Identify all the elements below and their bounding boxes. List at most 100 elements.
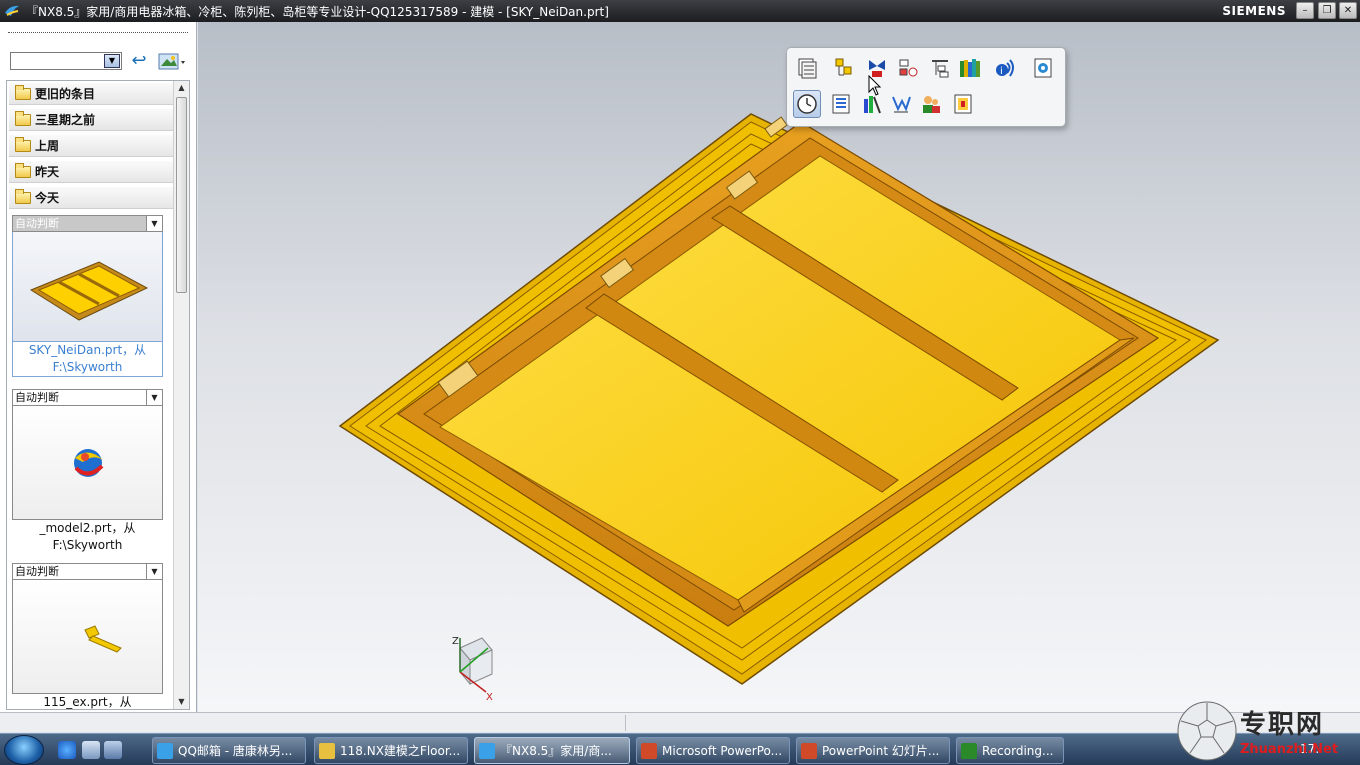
history-group-label: 昨天	[35, 165, 60, 179]
watermark-url: Zhuanzhi.Net	[1240, 742, 1339, 757]
history-group-label: 上周	[35, 139, 60, 153]
scroll-up-icon[interactable]: ▲	[174, 81, 189, 95]
history-group-header[interactable]: 昨天	[9, 161, 173, 183]
back-arrow-icon[interactable]: ↩	[128, 52, 150, 72]
folder-icon	[15, 136, 31, 152]
card-caption-line1: SKY_NeiDan.prt，从	[28, 343, 147, 357]
constraint-navigator-icon[interactable]	[831, 54, 859, 82]
taskbar-button-label: Microsoft PowerPo...	[662, 743, 783, 758]
taskbar-button-label: 『NX8.5』家用/商...	[500, 744, 612, 758]
nx-app-icon[interactable]	[4, 3, 20, 19]
history-navigator: ▼ ↩ 更旧的条目 三星期之前 上周 昨天 今天 自动判断 ▼ SKY_NeiD…	[0, 22, 197, 712]
taskbar-button[interactable]: 118.NX建模之Floor...	[314, 737, 468, 764]
card-caption-line2: F:\Skyworth	[52, 538, 123, 552]
reuse-library-icon[interactable]	[895, 54, 923, 82]
taskbar-button[interactable]: Microsoft PowerPo...	[636, 737, 790, 764]
roles-people-icon[interactable]	[917, 90, 945, 118]
siemens-logo: SIEMENS	[1222, 4, 1286, 18]
hd3d-tools-icon[interactable]	[927, 54, 955, 82]
folder-icon	[15, 188, 31, 204]
card-mode-label: 自动判断	[15, 565, 59, 578]
axis-x-label: X	[486, 692, 493, 703]
history-group-header[interactable]: 更旧的条目	[9, 83, 173, 105]
taskbar-button[interactable]: PowerPoint 幻灯片...	[796, 737, 950, 764]
card-caption-line1: _model2.prt，从	[39, 521, 136, 535]
status-bar	[0, 712, 1360, 732]
watermark-text: 专职网	[1240, 710, 1325, 740]
history-card-3[interactable]: 自动判断 ▼ 115_ex.prt，从	[12, 563, 163, 709]
history-card-2[interactable]: 自动判断 ▼ _model2.prt，从 F:\Skyworth	[12, 389, 163, 554]
title-bar: 『NX8.5』家用/商用电器冰箱、冷柜、陈列柜、岛柜等专业设计-QQ125317…	[0, 0, 1360, 22]
taskbar-button-label: Recording...	[982, 743, 1054, 758]
assembly-navigator-icon[interactable]	[793, 54, 821, 82]
card-caption: _model2.prt，从 F:\Skyworth	[12, 520, 163, 554]
ie-icon[interactable]	[58, 741, 76, 759]
switch-windows-icon[interactable]	[104, 741, 122, 759]
history-group-label: 更旧的条目	[35, 87, 96, 101]
chevron-down-icon[interactable]: ▼	[104, 54, 120, 68]
history-card-1[interactable]: 自动判断 ▼ SKY_NeiDan.prt，从 F:\Skyworth	[12, 215, 163, 377]
restore-button[interactable]: ❐	[1318, 2, 1336, 19]
chevron-down-icon[interactable]: ▼	[146, 390, 162, 405]
chevron-down-icon[interactable]: ▼	[146, 216, 162, 231]
card-mode-dropdown[interactable]: 自动判断 ▼	[12, 215, 163, 232]
card-mode-dropdown[interactable]: 自动判断 ▼	[12, 389, 163, 406]
palette-material-icon[interactable]	[949, 90, 977, 118]
system-materials-icon[interactable]	[1029, 54, 1057, 82]
taskbar-button-label: QQ邮箱 - 唐康林另...	[178, 744, 293, 758]
watermark-logo-ball	[1177, 701, 1237, 761]
axis-z-label: Z	[452, 636, 459, 647]
taskbar-button[interactable]: 『NX8.5』家用/商...	[474, 737, 630, 764]
status-separator	[625, 715, 626, 731]
web-browser-library-icon[interactable]	[957, 54, 985, 82]
info-broadcast-icon[interactable]: i	[991, 54, 1019, 82]
history-group-label: 今天	[35, 191, 60, 205]
freezer-inner-liner-model[interactable]	[198, 22, 1360, 712]
wcs-triad: Z X	[452, 636, 493, 703]
taskbar-button-label: PowerPoint 幻灯片...	[822, 744, 940, 758]
history-clock-icon[interactable]	[793, 90, 821, 118]
part-thumbnail[interactable]	[12, 232, 163, 342]
card-mode-label: 自动判断	[15, 217, 59, 230]
show-desktop-icon[interactable]	[82, 741, 100, 759]
window-title: 『NX8.5』家用/商用电器冰箱、冷柜、陈列柜、岛柜等专业设计-QQ125317…	[26, 4, 609, 19]
folder-icon	[15, 110, 31, 126]
navigator-scrollbar[interactable]: ▲ ▼	[173, 81, 189, 709]
card-caption: SKY_NeiDan.prt，从 F:\Skyworth	[12, 342, 163, 377]
card-mode-dropdown[interactable]: 自动判断 ▼	[12, 563, 163, 580]
card-mode-label: 自动判断	[15, 391, 59, 404]
process-studio-icon[interactable]	[827, 90, 855, 118]
resource-palette-popup: i	[786, 47, 1066, 127]
scrollbar-thumb[interactable]	[176, 97, 187, 293]
part-thumbnail[interactable]	[12, 406, 163, 520]
chevron-down-icon[interactable]: ▼	[146, 564, 162, 579]
taskbar-app-icon	[319, 742, 335, 759]
mouse-cursor-icon	[868, 75, 882, 96]
folder-icon	[15, 84, 31, 100]
taskbar-app-icon	[641, 742, 657, 759]
card-caption-line1: 115_ex.prt，从	[43, 695, 132, 709]
taskbar-button[interactable]: Recording...	[956, 737, 1064, 764]
windows-taskbar: QQ邮箱 - 唐康林另... 118.NX建模之Floor... 『NX8.5』家用…	[0, 733, 1360, 765]
part-thumbnail[interactable]	[12, 580, 163, 694]
view-style-icon[interactable]	[158, 52, 186, 72]
roles-toolbar-icon[interactable]	[887, 90, 915, 118]
scroll-down-icon[interactable]: ▼	[174, 695, 189, 709]
start-button[interactable]	[4, 735, 44, 765]
history-group-header[interactable]: 今天	[9, 187, 173, 209]
taskbar-button-label: 118.NX建模之Floor...	[340, 744, 461, 758]
minimize-button[interactable]: –	[1296, 2, 1314, 19]
card-caption: 115_ex.prt，从	[12, 694, 163, 709]
close-button[interactable]: ✕	[1339, 2, 1357, 19]
graphics-viewport[interactable]: Z X	[198, 22, 1360, 712]
history-group-header[interactable]: 三星期之前	[9, 109, 173, 131]
history-list: 更旧的条目三星期之前上周昨天今天 自动判断 ▼ SKY_NeiDan.prt，从 …	[6, 80, 190, 710]
taskbar-app-icon	[479, 742, 495, 759]
card-caption-line2: F:\Skyworth	[52, 360, 123, 374]
history-group-label: 三星期之前	[35, 113, 96, 127]
taskbar-button[interactable]: QQ邮箱 - 唐康林另...	[152, 737, 306, 764]
resizer-dots[interactable]	[8, 32, 188, 33]
folder-icon	[15, 162, 31, 178]
history-filter-dropdown[interactable]: ▼	[10, 52, 122, 70]
history-group-header[interactable]: 上周	[9, 135, 173, 157]
